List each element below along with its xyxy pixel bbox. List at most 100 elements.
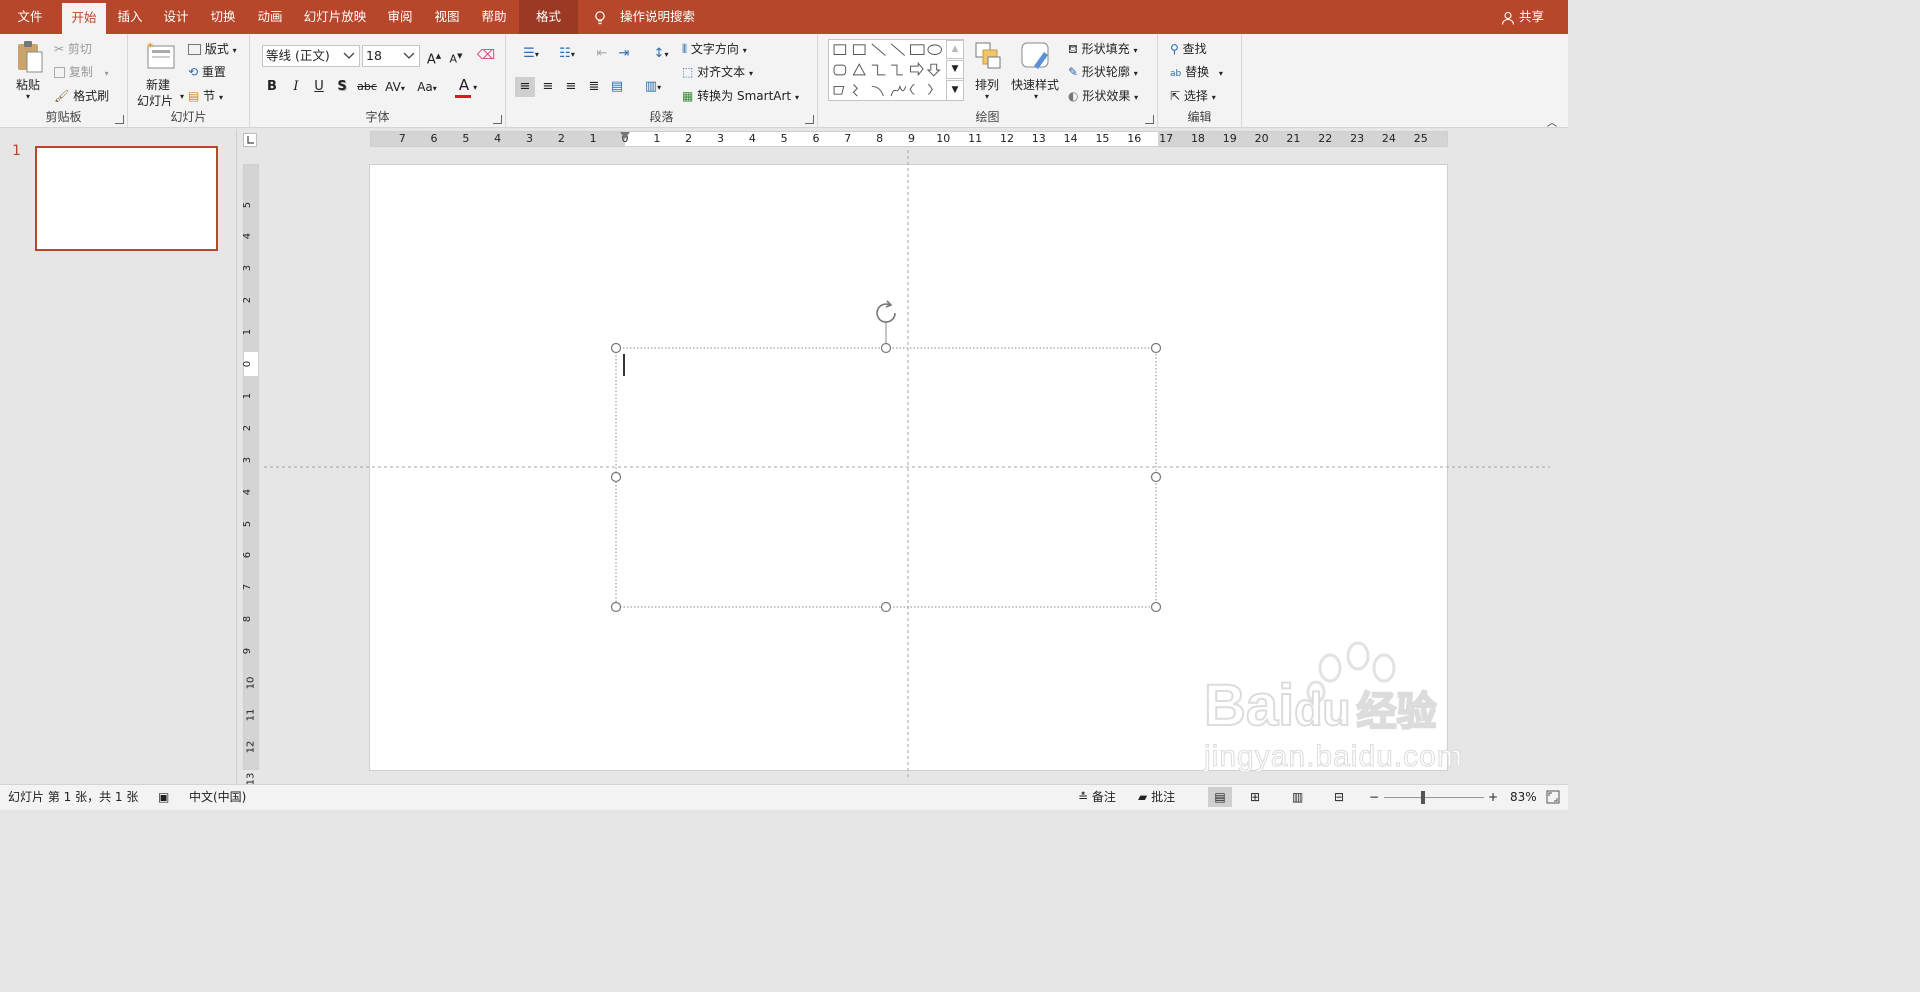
zoom-slider[interactable]: [1384, 797, 1484, 798]
brush-icon: 🖌: [54, 89, 70, 103]
spellcheck-icon[interactable]: ▣: [158, 785, 169, 809]
quick-styles-button[interactable]: 快速样式 ▾: [1010, 38, 1062, 108]
tab-animations[interactable]: 动画: [250, 0, 290, 34]
copy-button[interactable]: 复制 ▾: [54, 63, 109, 80]
dialog-launcher-icon[interactable]: [805, 115, 814, 124]
tab-help[interactable]: 帮助: [474, 0, 514, 34]
gallery-scroll-up[interactable]: ▲: [946, 40, 964, 59]
underline-button[interactable]: U: [309, 77, 329, 97]
reset-button[interactable]: ⟲ 重置: [188, 63, 226, 80]
justify-button[interactable]: ≣: [584, 77, 604, 97]
select-button[interactable]: ⇱ 选择 ▾: [1170, 87, 1216, 104]
grow-font-button[interactable]: A▲: [424, 46, 444, 67]
view-reading-button[interactable]: ▥: [1292, 785, 1303, 809]
tab-review[interactable]: 审阅: [380, 0, 420, 34]
align-right-button[interactable]: ≡: [561, 77, 581, 97]
vertical-ruler[interactable]: 5 4 3 2 1 0 1 2 3 4 5 6 7 8 9 10 11 12 13: [242, 164, 259, 785]
justify-icon: ≣: [588, 79, 600, 94]
person-icon: [1501, 11, 1515, 25]
gallery-scroll-down[interactable]: ▼: [946, 60, 964, 79]
char-spacing-button[interactable]: AV▾: [380, 77, 410, 97]
ruler-tick-label: 24: [1381, 132, 1396, 145]
shape-effects-button[interactable]: ◐ 形状效果 ▾: [1068, 87, 1138, 104]
ruler-tick-label: 11: [245, 708, 257, 722]
italic-button[interactable]: I: [286, 77, 306, 97]
shape-effects-label: 形状效果: [1082, 89, 1131, 103]
chevron-down-icon: ▾: [219, 93, 224, 102]
share-button[interactable]: 共享: [1501, 0, 1544, 34]
dialog-launcher-icon[interactable]: [1145, 115, 1154, 124]
section-label: 节: [203, 89, 216, 103]
cut-button[interactable]: ✂ 剪切: [54, 40, 92, 57]
collapse-ribbon-icon[interactable]: ︿: [1547, 114, 1557, 129]
layout-button[interactable]: 版式 ▾: [188, 40, 237, 57]
font-size-select[interactable]: 18: [362, 45, 420, 67]
font-color-button[interactable]: A ▾: [452, 75, 484, 98]
convert-smartart-button[interactable]: ▦ 转换为 SmartArt ▾: [682, 87, 799, 104]
tab-format[interactable]: 格式: [519, 0, 578, 34]
zoom-level[interactable]: 83%: [1510, 785, 1537, 809]
font-name-select[interactable]: 等线 (正文): [262, 45, 360, 67]
slide-thumbnail-pane: 1: [0, 129, 237, 784]
clear-formatting-button[interactable]: ⌫: [476, 46, 496, 66]
paste-button[interactable]: 粘贴 ▾: [10, 38, 50, 104]
align-center-button[interactable]: ≡: [538, 77, 558, 97]
bullets-button[interactable]: ☰▾: [516, 44, 546, 64]
notes-icon: ≛: [1078, 790, 1089, 804]
text-direction-button[interactable]: ⫴ 文字方向 ▾: [682, 40, 747, 57]
find-button[interactable]: ⚲ 查找: [1170, 40, 1207, 57]
shapes-gallery[interactable]: [828, 39, 964, 101]
strikethrough-button[interactable]: abc: [354, 77, 380, 97]
numbering-button[interactable]: ☷▾: [552, 44, 582, 64]
view-slideshow-button[interactable]: ⊟: [1334, 785, 1344, 809]
comments-button[interactable]: ▰ 批注: [1138, 785, 1175, 809]
tab-view[interactable]: 视图: [427, 0, 467, 34]
outdent-icon: ⇤: [596, 46, 608, 61]
view-normal-button[interactable]: ▤: [1208, 787, 1232, 807]
ruler-tick-label: 5: [462, 132, 470, 145]
dialog-launcher-icon[interactable]: [493, 115, 502, 124]
tab-design[interactable]: 设计: [156, 0, 196, 34]
tab-file[interactable]: 文件: [6, 0, 54, 34]
increase-indent-button[interactable]: ⇥: [614, 44, 634, 64]
align-left-button[interactable]: ≡: [515, 77, 535, 97]
section-button[interactable]: ▤ 节 ▾: [188, 87, 223, 104]
bold-button[interactable]: B: [262, 77, 282, 97]
chevron-down-icon: ▾: [1134, 93, 1139, 102]
change-case-button[interactable]: Aa▾: [412, 77, 442, 97]
shrink-font-button[interactable]: A▼: [446, 46, 466, 66]
tell-me-search[interactable]: 操作说明搜索: [594, 0, 695, 34]
shape-outline-button[interactable]: ✎ 形状轮廓 ▾: [1068, 63, 1138, 80]
chevron-down-icon: ▾: [1211, 93, 1216, 102]
format-painter-button[interactable]: 🖌 格式刷: [54, 87, 109, 104]
decrease-indent-button[interactable]: ⇤: [592, 44, 612, 64]
tab-slideshow[interactable]: 幻灯片放映: [300, 0, 370, 34]
horizontal-ruler[interactable]: 7 6 5 4 3 2 1 0 1 2 3 4 5 6 7 8 9 10 11 12 13 14 15 16 17 18 19 20 2…: [370, 131, 1448, 147]
ruler-tick-label: 7: [242, 584, 254, 591]
tab-stop-selector[interactable]: [243, 133, 257, 147]
arrange-button[interactable]: 排列 ▾: [970, 38, 1006, 108]
language-indicator[interactable]: 中文(中国): [189, 785, 246, 809]
zoom-slider-thumb[interactable]: [1421, 791, 1425, 804]
tab-home[interactable]: 开始: [62, 3, 106, 34]
columns-button[interactable]: ▥▾: [638, 77, 668, 97]
distributed-button[interactable]: ▤: [607, 77, 627, 97]
shape-fill-button[interactable]: ⛾ 形状填充 ▾: [1068, 40, 1138, 58]
ruler-tick-label: 3: [242, 265, 254, 272]
new-slide-button[interactable]: ✶ 新建 幻灯片 ▾: [134, 38, 184, 108]
view-sorter-button[interactable]: ⊞: [1250, 785, 1260, 809]
zoom-in-button[interactable]: +: [1488, 785, 1498, 809]
gallery-expand[interactable]: ▼: [946, 80, 964, 101]
tab-insert[interactable]: 插入: [110, 0, 150, 34]
dialog-launcher-icon[interactable]: [115, 115, 124, 124]
tab-transitions[interactable]: 切换: [203, 0, 243, 34]
indent-marker-icon[interactable]: [620, 132, 630, 139]
shadow-button[interactable]: S: [332, 77, 352, 97]
zoom-out-button[interactable]: −: [1369, 785, 1379, 809]
line-spacing-button[interactable]: ↕▾: [646, 44, 676, 64]
fit-slide-icon[interactable]: [1546, 790, 1560, 804]
replace-button[interactable]: ab 替换 ▾: [1170, 63, 1223, 80]
align-text-button[interactable]: ⬚ 对齐文本 ▾: [682, 63, 753, 80]
slide-thumbnail[interactable]: [35, 146, 218, 251]
notes-button[interactable]: ≛ 备注: [1078, 785, 1116, 809]
